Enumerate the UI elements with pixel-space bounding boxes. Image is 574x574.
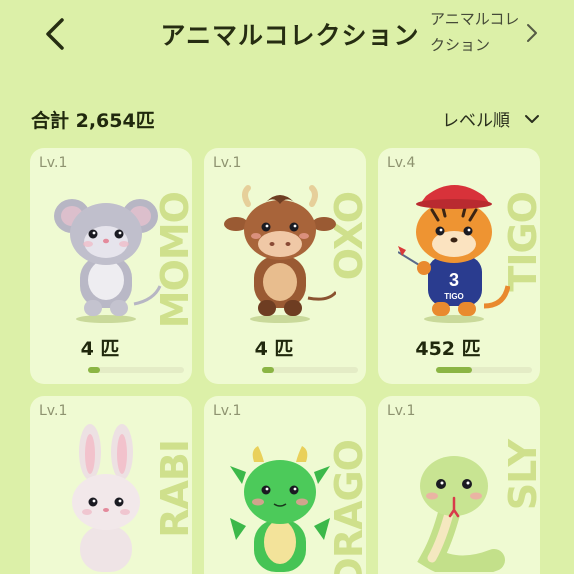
card-level: Lv.1 (387, 403, 416, 419)
animal-card-oxo[interactable]: Lv.1 OXO 4 匹 (204, 148, 366, 384)
card-progress-bar (436, 367, 532, 373)
card-level: Lv.1 (39, 403, 68, 419)
total-count: 合計 2,654匹 (31, 110, 155, 132)
card-progress-fill (88, 367, 100, 373)
chevron-down-icon (525, 115, 539, 123)
card-progress-bar (262, 367, 358, 373)
back-chevron-icon (46, 18, 64, 50)
card-count: 4 匹 (80, 338, 120, 360)
card-count: 4 匹 (254, 338, 294, 360)
animal-card-tigo[interactable]: Lv.4 TIGO 3 TIGO 452 匹 (378, 148, 540, 384)
rabbit-figure-icon (72, 424, 140, 572)
svg-text:TIGO: TIGO (444, 292, 464, 301)
card-count: 452 匹 (415, 338, 481, 360)
page-title: アニマルコレクション (160, 21, 420, 50)
animal-card-drago[interactable]: Lv.1 DRAGO (204, 396, 366, 574)
ox-figure-icon (224, 185, 336, 323)
sort-dropdown[interactable]: レベル順 (442, 106, 539, 131)
card-progress-fill (436, 367, 473, 373)
card-level: Lv.4 (387, 155, 416, 171)
animal-card-momo[interactable]: Lv.1 MOMO 4 匹 (30, 148, 192, 384)
back-button[interactable] (36, 14, 76, 54)
card-level: Lv.1 (213, 403, 242, 419)
collection-screen: アニマルコレクション アニマルコレクション 合計 2,654匹 レベル順 Lv.… (0, 0, 574, 574)
sort-label: レベル順 (442, 111, 510, 131)
header: アニマルコレクション アニマルコレクション (0, 0, 574, 70)
animal-card-rabi[interactable]: Lv.1 RABI (30, 396, 192, 574)
animal-card-sly[interactable]: Lv.1 SLY (378, 396, 540, 574)
chevron-right-icon[interactable] (524, 22, 540, 44)
mouse-figure-icon (54, 199, 162, 323)
tiger-figure-icon: 3 TIGO (398, 185, 510, 323)
snake-figure-icon (417, 456, 505, 572)
card-progress-bar (88, 367, 184, 373)
dragon-figure-icon (230, 446, 330, 572)
card-progress-fill (262, 367, 274, 373)
card-level: Lv.1 (39, 155, 68, 171)
collection-link[interactable]: アニマルコレクション (430, 6, 525, 58)
card-level: Lv.1 (213, 155, 242, 171)
svg-text:3: 3 (449, 270, 459, 290)
